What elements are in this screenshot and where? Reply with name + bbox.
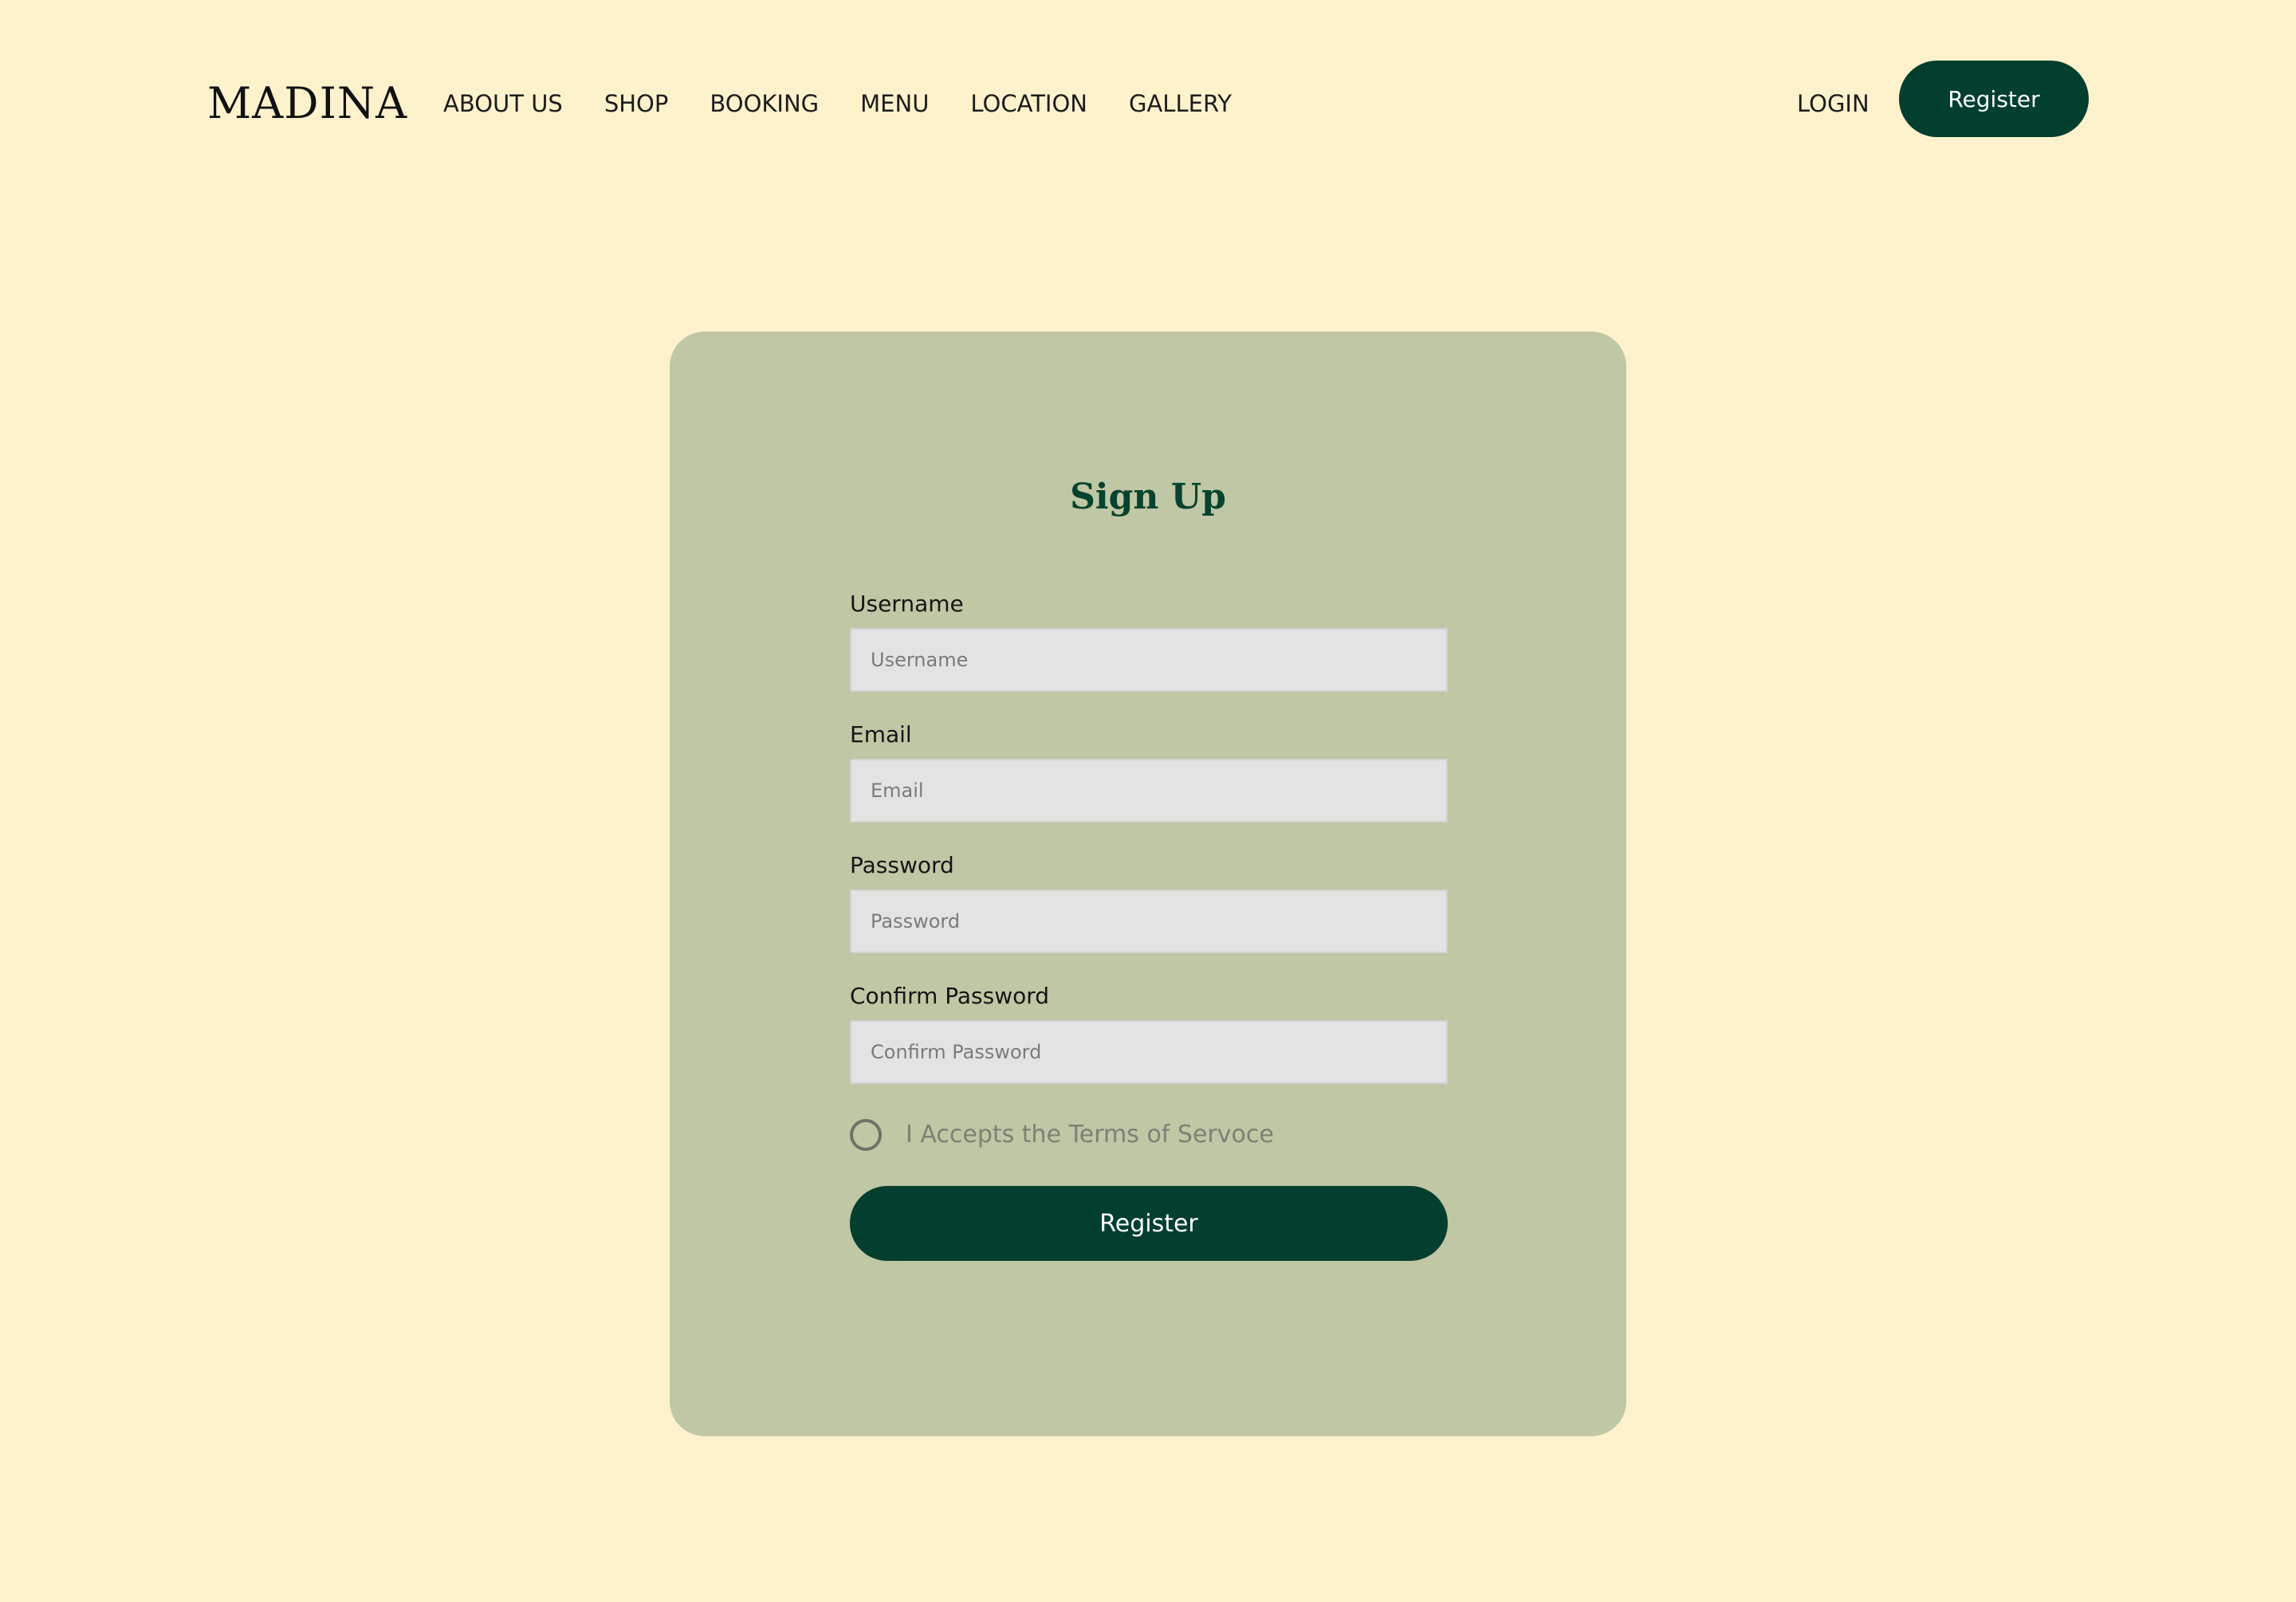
terms-label: I Accepts the Terms of Servoce [906, 1121, 1274, 1148]
login-link[interactable]: LOGIN [1797, 88, 1869, 120]
nav-item-about-us[interactable]: ABOUT US [443, 88, 563, 120]
register-submit-button[interactable]: Register [850, 1186, 1448, 1261]
username-field-group: Username [850, 590, 1448, 692]
confirm-password-input[interactable] [850, 1020, 1448, 1084]
password-label: Password [850, 852, 954, 878]
email-input[interactable] [850, 759, 1448, 823]
username-input[interactable] [850, 628, 1448, 692]
main-nav: ABOUT US SHOP BOOKING MENU LOCATION GALL… [443, 88, 1232, 120]
nav-item-location[interactable]: LOCATION [970, 88, 1087, 120]
signup-card: Sign Up Username Email Password Confirm … [670, 332, 1626, 1436]
nav-item-menu[interactable]: MENU [860, 88, 929, 120]
radio-circle-icon[interactable] [850, 1119, 882, 1151]
email-label: Email [850, 721, 912, 748]
confirm-password-label: Confirm Password [850, 983, 1050, 1009]
confirm-password-field-group: Confirm Password [850, 982, 1448, 1084]
nav-item-booking[interactable]: BOOKING [710, 88, 819, 120]
email-field-group: Email [850, 721, 1448, 823]
nav-item-shop[interactable]: SHOP [604, 88, 669, 120]
terms-agreement[interactable]: I Accepts the Terms of Servoce [850, 1119, 1274, 1151]
form-title: Sign Up [1070, 477, 1226, 517]
username-label: Username [850, 591, 964, 617]
site-header: MADINA ABOUT US SHOP BOOKING MENU LOCATI… [0, 0, 2296, 199]
brand-logo[interactable]: MADINA [207, 78, 407, 129]
password-field-group: Password [850, 851, 1448, 953]
nav-item-gallery[interactable]: GALLERY [1129, 88, 1232, 120]
password-input[interactable] [850, 889, 1448, 953]
header-register-button[interactable]: Register [1899, 61, 2089, 137]
